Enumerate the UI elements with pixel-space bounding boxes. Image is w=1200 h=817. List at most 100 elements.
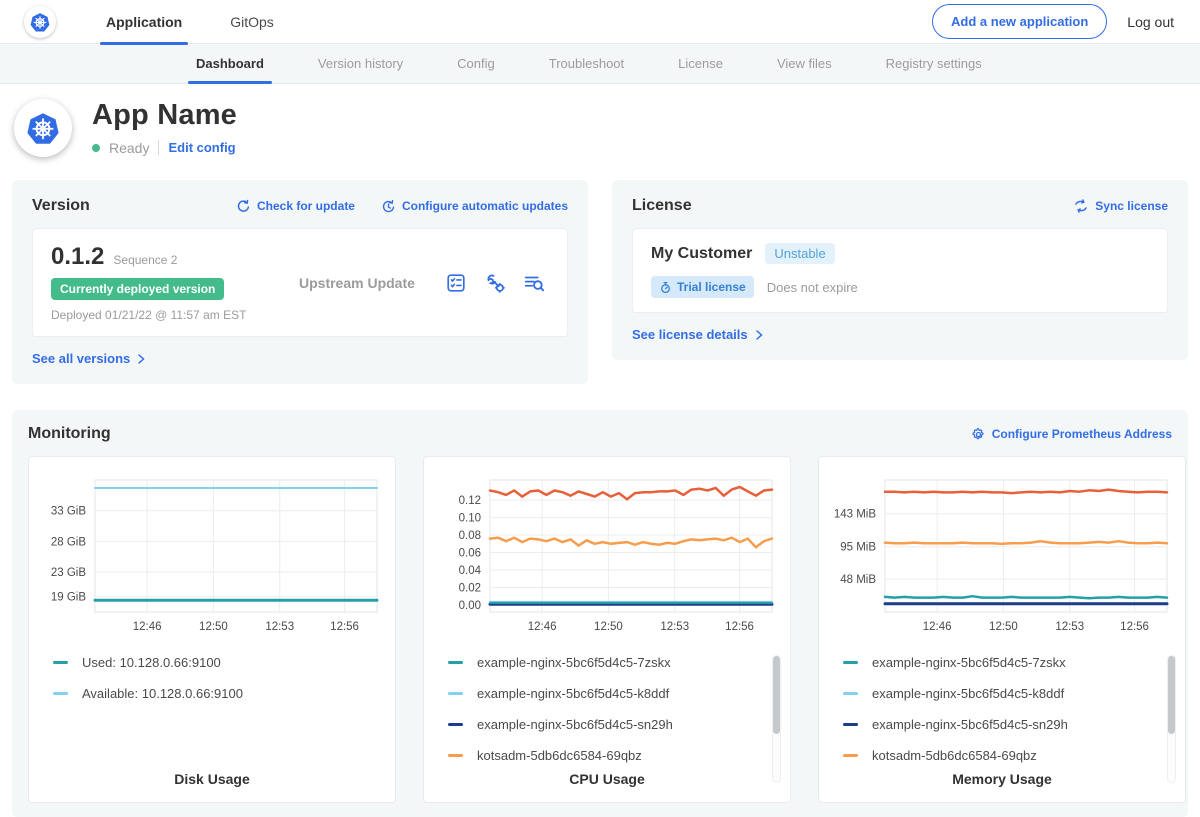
legend-label: kotsadm-5db6dc6584-69qbz: [477, 748, 642, 763]
subnav-tab-config[interactable]: Config: [449, 44, 503, 83]
subnav-tab-license[interactable]: License: [670, 44, 731, 83]
legend-swatch-icon: [843, 754, 858, 757]
subnav-tab-registry-settings[interactable]: Registry settings: [878, 44, 990, 83]
legend-label: example-nginx-5bc6f5d4c5-sn29h: [872, 717, 1068, 732]
topnav-tab-gitops[interactable]: GitOps: [224, 0, 280, 44]
stopwatch-icon: [659, 281, 672, 294]
legend-swatch-icon: [53, 692, 68, 695]
see-license-details-link[interactable]: See license details: [632, 327, 765, 342]
legend-item[interactable]: example-nginx-5bc6f5d4c5-sn29h: [843, 717, 1175, 732]
memory-usage-plot: 12:4612:5012:5312:56143 MiB95 MiB48 MiB: [829, 470, 1175, 638]
release-notes-icon[interactable]: [445, 272, 467, 294]
svg-text:0.08: 0.08: [459, 530, 481, 542]
svg-text:0.04: 0.04: [459, 565, 482, 577]
svg-text:0.00: 0.00: [459, 600, 481, 612]
svg-text:12:46: 12:46: [923, 621, 952, 633]
legend-item[interactable]: example-nginx-5bc6f5d4c5-7zskx: [448, 655, 780, 670]
legend-item[interactable]: kotsadm-5db6dc6584-69qbz: [448, 748, 780, 763]
subnav-tab-view-files[interactable]: View files: [769, 44, 840, 83]
svg-text:12:56: 12:56: [330, 621, 359, 633]
license-type-row: Trial license Does not expire: [651, 276, 1149, 298]
topnav-tab-application[interactable]: Application: [100, 0, 188, 44]
version-actions: Check for update Configure automatic upd…: [236, 199, 568, 214]
see-all-versions-label: See all versions: [32, 351, 130, 366]
top-nav-tabs: Application GitOps: [100, 0, 316, 44]
config-wrench-icon[interactable]: [484, 272, 506, 294]
svg-text:0.06: 0.06: [459, 548, 481, 560]
legend-item[interactable]: Available: 10.128.0.66:9100: [53, 686, 385, 701]
legend-label: Available: 10.128.0.66:9100: [82, 686, 243, 701]
top-nav-actions: Add a new application Log out: [932, 4, 1174, 39]
sync-icon: [1073, 199, 1089, 213]
svg-text:12:56: 12:56: [725, 621, 754, 633]
configure-prometheus-label: Configure Prometheus Address: [992, 427, 1172, 441]
expiry-text: Does not expire: [767, 280, 858, 295]
legend-label: example-nginx-5bc6f5d4c5-7zskx: [477, 655, 671, 670]
svg-text:12:46: 12:46: [133, 621, 162, 633]
app-header: App Name Ready Edit config: [0, 84, 1200, 174]
svg-text:12:50: 12:50: [199, 621, 228, 633]
see-all-versions-link[interactable]: See all versions: [32, 351, 147, 366]
cpu-usage-chart-card: 12:4612:5012:5312:560.120.100.080.060.04…: [423, 456, 791, 803]
svg-text:12:50: 12:50: [594, 621, 623, 633]
license-panel-title: License: [632, 197, 692, 215]
chart-title: Memory Usage: [829, 771, 1175, 787]
svg-text:12:53: 12:53: [1055, 621, 1084, 633]
deployed-badge: Currently deployed version: [51, 278, 224, 300]
legend-item[interactable]: example-nginx-5bc6f5d4c5-sn29h: [448, 717, 780, 732]
version-number: 0.1.2: [51, 243, 104, 271]
legend-scrollbar[interactable]: [1167, 655, 1176, 783]
monitoring-header: Monitoring Configure Prometheus Address: [28, 425, 1172, 443]
check-for-update-link[interactable]: Check for update: [236, 199, 355, 214]
svg-text:143 MiB: 143 MiB: [834, 509, 877, 521]
chevron-right-icon: [753, 329, 765, 341]
legend-label: example-nginx-5bc6f5d4c5-k8ddf: [477, 686, 669, 701]
svg-text:12:53: 12:53: [265, 621, 294, 633]
legend-item[interactable]: Used: 10.128.0.66:9100: [53, 655, 385, 670]
legend-swatch-icon: [448, 754, 463, 757]
divider: [158, 140, 159, 155]
svg-text:0.02: 0.02: [459, 583, 481, 595]
legend-item[interactable]: example-nginx-5bc6f5d4c5-7zskx: [843, 655, 1175, 670]
version-source: Upstream Update: [299, 275, 445, 291]
legend-scrollbar[interactable]: [772, 655, 781, 783]
legend-swatch-icon: [843, 661, 858, 664]
legend-scrollbar-thumb[interactable]: [773, 656, 780, 734]
app-title: App Name: [92, 100, 237, 132]
svg-text:12:56: 12:56: [1120, 621, 1149, 633]
configure-automatic-updates-link[interactable]: Configure automatic updates: [381, 199, 568, 214]
svg-text:28 GiB: 28 GiB: [51, 536, 86, 548]
current-version-card: 0.1.2 Sequence 2 Currently deployed vers…: [32, 228, 568, 337]
edit-config-link[interactable]: Edit config: [168, 140, 235, 155]
customer-row: My Customer Unstable: [651, 243, 1149, 264]
svg-text:12:46: 12:46: [528, 621, 557, 633]
configure-prometheus-link[interactable]: Configure Prometheus Address: [971, 427, 1172, 442]
svg-text:23 GiB: 23 GiB: [51, 567, 86, 579]
kubernetes-logo-icon[interactable]: [24, 6, 56, 38]
status-text: Ready: [109, 140, 149, 156]
logout-link[interactable]: Log out: [1127, 14, 1174, 30]
app-header-text: App Name Ready Edit config: [92, 100, 237, 156]
sync-license-link[interactable]: Sync license: [1073, 199, 1168, 213]
disk-usage-chart-card: 12:4612:5012:5312:5633 GiB28 GiB23 GiB19…: [28, 456, 396, 803]
app-sub-nav: Dashboard Version history Config Troublesho…: [0, 44, 1200, 84]
app-status-row: Ready Edit config: [92, 140, 237, 156]
chart-title: CPU Usage: [434, 771, 780, 787]
cards-row: Version Check for update Configure autom…: [0, 174, 1200, 384]
legend-item[interactable]: example-nginx-5bc6f5d4c5-k8ddf: [843, 686, 1175, 701]
subnav-tab-troubleshoot[interactable]: Troubleshoot: [541, 44, 632, 83]
memory-usage-legend: example-nginx-5bc6f5d4c5-7zskx example-n…: [843, 655, 1175, 763]
kubernetes-app-icon: [23, 108, 63, 148]
legend-scrollbar-thumb[interactable]: [1168, 656, 1175, 734]
view-logs-icon[interactable]: [523, 272, 545, 294]
status-dot-icon: [92, 144, 100, 152]
add-application-button[interactable]: Add a new application: [932, 4, 1107, 39]
legend-item[interactable]: kotsadm-5db6dc6584-69qbz: [843, 748, 1175, 763]
cpu-usage-legend: example-nginx-5bc6f5d4c5-7zskx example-n…: [448, 655, 780, 763]
legend-item[interactable]: example-nginx-5bc6f5d4c5-k8ddf: [448, 686, 780, 701]
subnav-tab-dashboard[interactable]: Dashboard: [188, 44, 272, 83]
subnav-tab-version-history[interactable]: Version history: [310, 44, 411, 83]
legend-swatch-icon: [448, 723, 463, 726]
refresh-icon: [236, 199, 251, 214]
version-panel-title: Version: [32, 197, 90, 215]
